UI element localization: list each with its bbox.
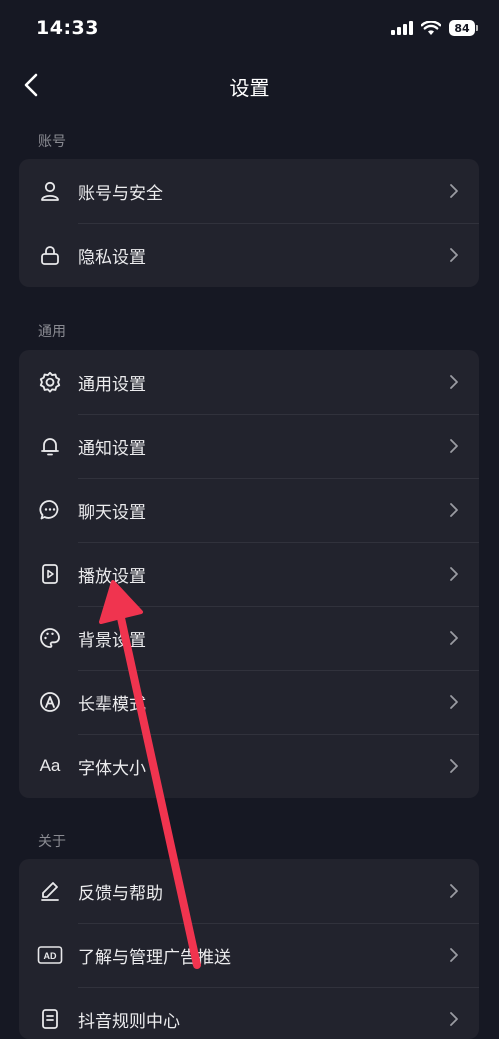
settings-row-rules-center[interactable]: 抖音规则中心 <box>19 987 479 1039</box>
nav-bar: 设置 <box>0 60 499 110</box>
pencil-icon <box>37 878 63 904</box>
battery-level: 84 <box>454 21 470 35</box>
battery-indicator: 84 <box>449 20 478 36</box>
row-label: 字体大小 <box>78 758 146 779</box>
row-label: 反馈与帮助 <box>78 883 163 904</box>
lock-icon <box>37 242 63 268</box>
row-label: 背景设置 <box>78 630 146 651</box>
account-settings-card: 账号与安全 隐私设置 <box>19 159 479 287</box>
settings-row-font-size[interactable]: Aa 字体大小 <box>19 734 479 798</box>
chevron-right-icon <box>450 759 458 773</box>
chevron-right-icon <box>450 948 458 962</box>
chevron-right-icon <box>450 184 458 198</box>
settings-row-background[interactable]: 背景设置 <box>19 606 479 670</box>
settings-row-elder-mode[interactable]: 长辈模式 <box>19 670 479 734</box>
row-label: 了解与管理广告推送 <box>78 947 231 968</box>
chevron-right-icon <box>450 567 458 581</box>
font-size-icon: Aa <box>37 753 63 779</box>
wifi-icon <box>421 20 441 35</box>
palette-icon <box>37 625 63 651</box>
elder-mode-icon <box>37 689 63 715</box>
chevron-right-icon <box>450 1012 458 1026</box>
settings-row-chat[interactable]: 聊天设置 <box>19 478 479 542</box>
settings-row-general[interactable]: 通用设置 <box>19 350 479 414</box>
chevron-right-icon <box>450 248 458 262</box>
chevron-right-icon <box>450 695 458 709</box>
settings-row-privacy[interactable]: 隐私设置 <box>19 223 479 287</box>
row-label: 通知设置 <box>78 438 146 459</box>
bell-icon <box>37 433 63 459</box>
section-header-about: 关于 <box>38 834 66 850</box>
row-label: 长辈模式 <box>78 694 146 715</box>
status-icons: 84 <box>391 20 478 36</box>
chevron-right-icon <box>450 503 458 517</box>
chevron-right-icon <box>450 631 458 645</box>
chevron-right-icon <box>450 375 458 389</box>
general-settings-card: 通用设置 通知设置 聊天设置 播放设置 背景设置 长辈模式 Aa 字体大小 <box>19 350 479 798</box>
status-bar: 14:33 84 <box>0 0 499 60</box>
ad-icon-text: AD <box>44 951 57 961</box>
row-label: 抖音规则中心 <box>78 1011 180 1032</box>
chevron-right-icon <box>450 439 458 453</box>
ad-icon: AD <box>37 942 63 968</box>
row-label: 隐私设置 <box>78 247 146 268</box>
user-icon <box>37 178 63 204</box>
font-size-icon-text: Aa <box>39 756 61 775</box>
signal-icon <box>391 21 413 35</box>
settings-row-notifications[interactable]: 通知设置 <box>19 414 479 478</box>
row-label: 聊天设置 <box>78 502 146 523</box>
section-header-account: 账号 <box>38 134 66 150</box>
row-label: 播放设置 <box>78 566 146 587</box>
rules-doc-icon <box>37 1006 63 1032</box>
play-file-icon <box>37 561 63 587</box>
section-header-general: 通用 <box>38 324 66 340</box>
settings-row-account-security[interactable]: 账号与安全 <box>19 159 479 223</box>
status-time: 14:33 <box>36 17 99 39</box>
row-label: 账号与安全 <box>78 183 163 204</box>
settings-row-playback[interactable]: 播放设置 <box>19 542 479 606</box>
settings-row-feedback[interactable]: 反馈与帮助 <box>19 859 479 923</box>
page-title: 设置 <box>229 76 270 100</box>
gear-icon <box>37 369 63 395</box>
chevron-right-icon <box>450 884 458 898</box>
about-settings-card: 反馈与帮助 AD 了解与管理广告推送 抖音规则中心 <box>19 859 479 1039</box>
settings-row-ad-management[interactable]: AD 了解与管理广告推送 <box>19 923 479 987</box>
chat-bubble-icon <box>37 497 63 523</box>
row-label: 通用设置 <box>78 374 146 395</box>
